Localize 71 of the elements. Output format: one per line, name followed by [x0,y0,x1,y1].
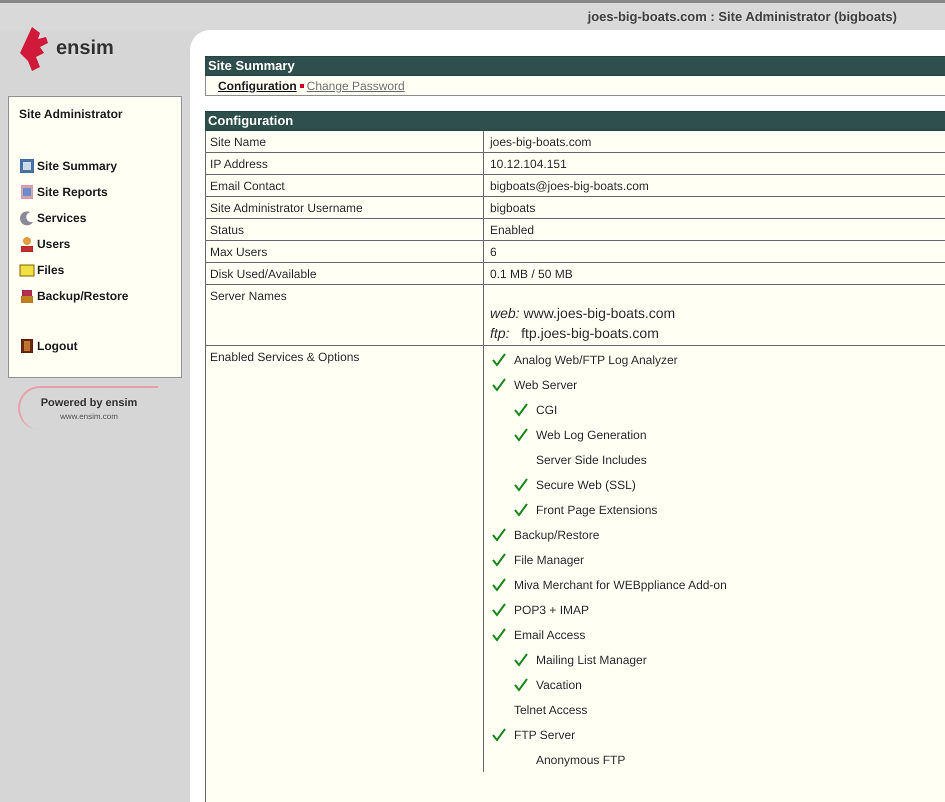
value-cell-text: 0.1 MB / 50 MB [489,266,573,282]
nav-link[interactable]: Site Reports [19,179,171,205]
value-cell-text: joes-big-boats.com [488,134,592,150]
service-item: File Manager [492,547,727,572]
logo-text: ensim [56,36,114,61]
check-icon [514,402,528,416]
service-item: Email Access [492,622,727,647]
check-icon [492,578,506,592]
check-icon [492,378,506,392]
folder-icon [19,262,35,278]
nav-link[interactable]: Site Summary [19,153,171,179]
section-header: Site Summary [205,56,945,76]
service-item: Web Server [492,372,727,397]
check-icon [492,728,506,742]
label-cell: Site Name [206,131,484,152]
service-item: Miva Merchant for WEBppliance Add-on [492,572,727,597]
service-item: Server Side Includes [535,452,648,468]
service-item: Mailing List Manager [514,647,727,672]
value-cell-text: 10.12.104.151 [489,156,567,172]
value-cell-text: Enabled [489,222,534,238]
check-icon [492,528,506,542]
service-item: Web Log Generation [514,422,727,447]
service-item: CGI [514,397,727,422]
service-item: Secure Web (SSL) [514,472,727,497]
moon-icon [19,210,35,226]
nav-link[interactable]: Logout [19,333,171,359]
sidebar-title: Site Administrator [19,106,124,123]
check-icon [492,628,506,642]
tab-link[interactable]: Configuration [218,76,297,94]
value-cell-text: 6 [489,244,497,260]
label-cell: Email Contact [206,175,484,196]
label-cell: IP Address [206,153,484,174]
service-item: POP3 + IMAP [492,597,727,622]
window-icon [19,158,35,174]
check-icon [492,602,506,616]
label-cell: Status [206,219,484,240]
check-icon [514,652,528,666]
value-cell-text: bigboats [489,200,536,216]
service-item: FTP Server [492,722,727,747]
nav-link[interactable]: Users [19,231,171,257]
service-item: Telnet Access [513,702,588,718]
box-icon [19,288,35,304]
check-icon [514,428,528,442]
nav-link[interactable]: Files [19,257,171,283]
document-icon [19,184,35,200]
label-cell: Max Users [206,241,484,262]
server-name: web: www.joes-big-boats.com [490,304,676,323]
powered-by-badge[interactable]: Powered by ensim www.ensim.com [18,386,158,430]
nav-link[interactable]: Services [19,205,171,231]
nav-link[interactable]: Backup/Restore [19,283,171,309]
server-name: ftp: ftp.joes-big-boats.com [490,324,660,343]
check-icon [492,352,506,366]
person-icon [19,236,35,252]
value-cell-text: bigboats@joes-big-boats.com [489,178,649,194]
label-cell: Site Administrator Username [206,197,484,218]
service-item: Vacation [514,672,727,697]
service-item: Anonymous FTP [535,752,626,768]
service-item: Front Page Extensions [514,497,727,522]
label-cell: Server Names [206,285,484,345]
label-cell: Disk Used/Available [206,263,484,284]
header-title: joes-big-boats.com : Site Administrator (bigboats) [588,8,897,26]
service-item: Backup/Restore [492,522,727,547]
tab-link[interactable]: Change Password [306,76,405,94]
check-icon [492,552,506,566]
door-icon [19,338,35,354]
section-header: Configuration [205,111,945,131]
check-icon [514,478,528,492]
check-icon [514,678,528,692]
check-icon [514,502,528,516]
service-item: Analog Web/FTP Log Analyzer [492,347,727,372]
label-cell: Enabled Services & Options [206,346,484,772]
